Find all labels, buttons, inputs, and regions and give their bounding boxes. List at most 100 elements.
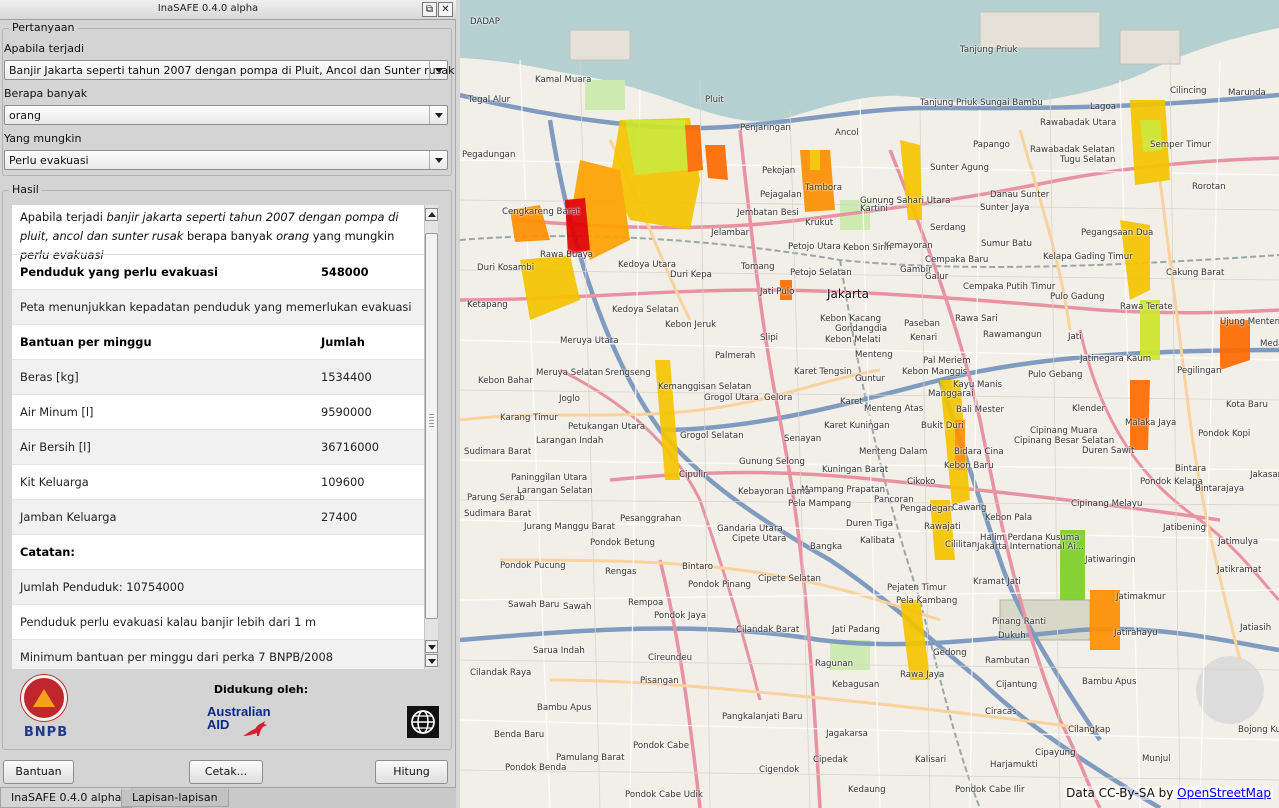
map-label: Gondangdia <box>835 324 888 334</box>
results-view[interactable]: Apabila terjadi banjir jakarta seperti t… <box>12 205 425 669</box>
map-label: Pamulang Barat <box>556 753 625 763</box>
table-cell-value: 1534400 <box>321 370 372 384</box>
map-label: Sunter Jaya <box>980 203 1030 213</box>
scroll-down-arrow-icon[interactable] <box>425 654 438 667</box>
map-label: Kalibata <box>860 536 895 546</box>
map-label: Pulo Gebang <box>1028 370 1083 380</box>
map-label: Jati Pulo <box>760 287 795 297</box>
results-scrollbar[interactable] <box>424 205 438 669</box>
map-attribution: Data CC-By-SA by OpenStreetMap <box>1064 786 1273 800</box>
scrollbar-thumb[interactable] <box>425 233 438 619</box>
map-label: Kebon Sirih <box>843 243 892 253</box>
table-row: Peta menunjukkan kepadatan penduduk yang… <box>12 289 425 324</box>
map-label: Pondok Cabe Ilir <box>955 785 1025 795</box>
map-label: Pangkalanjati Baru <box>722 712 803 722</box>
table-row: Minimum bantuan per minggu dari perka 7 … <box>12 639 425 669</box>
exposure-combobox-value: orang <box>9 109 41 122</box>
map-label: Pondok Cabe <box>633 741 690 751</box>
tab-layers[interactable]: Lapisan-lapisan <box>121 789 229 807</box>
map-label: Jakarta International Ai... <box>977 542 1084 552</box>
help-button[interactable]: Bantuan <box>3 760 74 784</box>
float-dock-button[interactable]: ⧉ <box>422 2 437 17</box>
map-label: Jatimakmur <box>1116 592 1166 602</box>
table-cell-value: 9590000 <box>321 405 372 419</box>
dock-title: InaSAFE 0.4.0 alpha <box>157 3 259 14</box>
map-label: Menteng <box>855 350 893 360</box>
map-label: Rorotan <box>1192 182 1226 192</box>
map-label: Cipulir <box>679 470 707 480</box>
map-label: Jakasampurna <box>1250 470 1279 480</box>
dock-tab-bar: InaSAFE 0.4.0 alpha Lapisan-lapisan <box>0 787 456 808</box>
map-label: Tomang <box>741 262 775 272</box>
map-label: Duri Kosambi <box>477 263 535 273</box>
map-label: Jelambar <box>711 228 750 238</box>
map-label: Cempaka Putih Timur <box>963 282 1056 292</box>
map-label: Jembatan Besi <box>737 208 799 218</box>
map-label-city: Jakarta <box>827 287 869 301</box>
map-label: Rengas <box>605 567 637 577</box>
map-label: DADAP <box>470 17 500 27</box>
table-cell-value: 548000 <box>321 265 369 279</box>
map-label: Rawabadak Utara <box>1040 118 1117 128</box>
table-row: Penduduk yang perlu evakuasi 548000 <box>12 254 425 289</box>
map-label: Pegilingan <box>1177 366 1222 376</box>
map-label: Ancol <box>835 128 859 138</box>
scroll-up-arrow-icon[interactable] <box>425 208 438 221</box>
map-label: Ketapang <box>467 300 508 310</box>
table-cell-value: Jumlah <box>321 335 365 349</box>
table-cell-label: Bantuan per minggu <box>20 335 152 349</box>
hazard-combobox[interactable]: Banjir Jakarta seperti tahun 2007 dengan… <box>4 60 454 80</box>
close-dock-button[interactable]: ✕ <box>438 2 453 17</box>
map-label: Paninggilan Utara <box>511 473 588 483</box>
map-label: Sudimara Barat <box>464 509 532 519</box>
results-question-text: Apabila terjadi banjir jakarta seperti t… <box>20 210 399 262</box>
map-label: Bambu Apus <box>1082 677 1137 687</box>
run-button[interactable]: Hitung <box>375 760 448 784</box>
map-label: Rawa Terate <box>1120 302 1173 312</box>
map-label: Klender <box>1072 404 1106 414</box>
table-cell-label: Jamban Keluarga <box>20 510 117 524</box>
map-label: Sunter Agung <box>930 163 989 173</box>
map-label: Pegadungan <box>462 150 516 160</box>
map-label: Kedoya Selatan <box>612 305 679 315</box>
map-label: Cilandak Raya <box>470 668 532 678</box>
map-label: Bintaro <box>682 562 713 572</box>
map-label: Larangan Selatan <box>517 486 593 496</box>
chevron-down-icon[interactable] <box>429 61 447 79</box>
scroll-down-arrow-icon[interactable] <box>425 640 438 653</box>
table-cell-value: 109600 <box>321 475 365 489</box>
function-combobox[interactable]: Perlu evakuasi <box>4 150 448 170</box>
map-label: Grogol Utara <box>704 393 759 403</box>
map-label: Tambora <box>805 183 842 193</box>
map-label: Sawah Baru <box>508 600 560 610</box>
chevron-down-icon[interactable] <box>429 106 447 124</box>
map-label: Kemanggisan Selatan <box>658 382 752 392</box>
map-label: Jatiwaringin <box>1085 555 1136 565</box>
map-label: Ujung Menteng <box>1220 317 1279 327</box>
table-cell-label: Air Bersih [l] <box>20 440 91 454</box>
map-label: Karet <box>840 397 863 407</box>
openstreetmap-link[interactable]: OpenStreetMap <box>1177 786 1271 800</box>
map-label: Bambu Apus <box>537 703 592 713</box>
map-canvas[interactable]: DADAP Tanjung Priuk Kamal Muara Tegal Al… <box>460 0 1279 808</box>
map-label: Cengkareng Barat <box>502 207 580 217</box>
dock-titlebar[interactable]: InaSAFE 0.4.0 alpha ⧉ ✕ <box>0 0 456 20</box>
map-label: Rempoa <box>628 598 664 608</box>
map-label: Malaka Jaya <box>1125 418 1177 428</box>
exposure-combobox[interactable]: orang <box>4 105 448 125</box>
map-label: Karet Tengsin <box>794 367 852 377</box>
map-label: Kebon Manggis <box>902 367 968 377</box>
table-cell-label: Peta menunjukkan kepadatan penduduk yang… <box>20 300 412 314</box>
map-label: Kartini <box>860 204 888 214</box>
map-label: Kebon Bahar <box>478 376 533 386</box>
map-label: Sarua Indah <box>533 646 585 656</box>
map-label: Lagoa <box>1090 102 1117 112</box>
tab-inasafe[interactable]: InaSAFE 0.4.0 alpha <box>0 788 133 808</box>
map-label: Cipete Utara <box>732 534 787 544</box>
map-label: Pejaten Timur <box>887 583 947 593</box>
print-button[interactable]: Cetak... <box>189 760 263 784</box>
chevron-down-icon[interactable] <box>429 151 447 169</box>
table-cell-value: 27400 <box>321 510 358 524</box>
map-label: Meruya Utara <box>560 336 619 346</box>
map-label: Jurang Manggu Barat <box>524 522 615 532</box>
